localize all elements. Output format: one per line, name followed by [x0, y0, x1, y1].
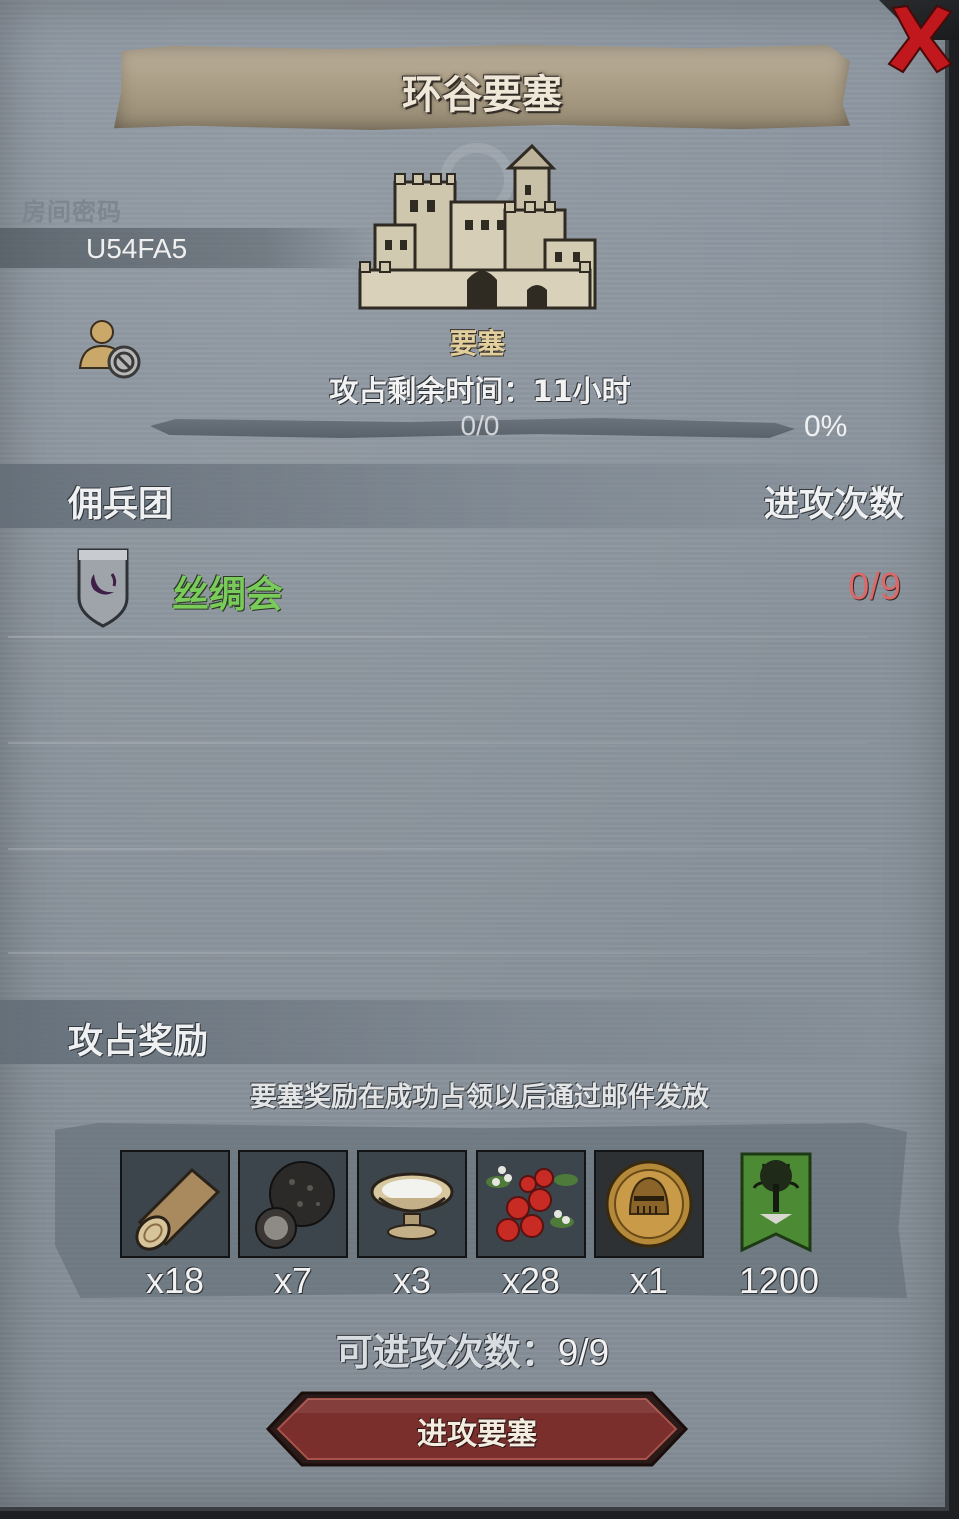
reward-truffle-count: x7	[273, 1260, 313, 1301]
capture-progress-text: 0/0	[460, 410, 500, 441]
attack-fortress-label: 进攻要塞	[417, 1417, 537, 1452]
reward-salt-count: x3	[392, 1260, 432, 1301]
fortress-type-label: 要塞	[449, 327, 506, 360]
row-divider	[8, 636, 868, 638]
no-visitors-icon[interactable]	[76, 316, 146, 382]
row-divider	[8, 742, 868, 744]
reward-berries-count: x28	[501, 1260, 561, 1301]
tree-banner-icon	[740, 1152, 812, 1253]
room-code-value: U54FA5	[86, 233, 188, 264]
reward-section-title: 攻占奖励	[68, 1022, 209, 1062]
reward-wood[interactable]	[120, 1150, 230, 1258]
reward-note: 要塞奖励在成功占领以后通过邮件发放	[250, 1082, 709, 1113]
room-code-label: 房间密码	[22, 198, 122, 226]
wood-log-icon	[122, 1152, 228, 1256]
capture-timer-label: 攻占剩余时间：	[329, 374, 533, 408]
reward-truffle[interactable]	[238, 1150, 348, 1258]
mercenary-section-title: 佣兵团	[68, 485, 174, 525]
truffle-icon	[240, 1152, 346, 1256]
reward-banner-count: 1200	[738, 1260, 820, 1301]
capture-progress-percent: 0%	[804, 410, 848, 443]
attack-fortress-button[interactable]: 进攻要塞	[262, 1389, 692, 1469]
capture-timer: 攻占剩余时间：11小时	[300, 368, 660, 410]
guild-shield-icon	[76, 546, 130, 628]
reward-salt[interactable]	[357, 1150, 467, 1258]
remaining-attempts: 可进攻次数：9/9	[0, 1322, 945, 1376]
fortress-castle-icon	[355, 140, 600, 315]
reward-berries[interactable]	[476, 1150, 586, 1258]
mercenary-name: 丝绸会	[172, 573, 283, 616]
remaining-attempts-label: 可进攻次数：	[335, 1331, 558, 1374]
row-divider	[8, 848, 868, 850]
capture-timer-value: 11小时	[532, 374, 631, 408]
mercenary-attack-count: 0/9	[848, 566, 901, 608]
berries-icon	[478, 1152, 584, 1256]
reward-banner[interactable]	[740, 1150, 812, 1258]
room-code-bar	[0, 228, 380, 268]
close-button[interactable]	[885, 2, 955, 74]
reward-wood-count: x18	[145, 1260, 205, 1301]
page-title: 环谷要塞	[402, 72, 562, 118]
close-icon	[887, 4, 953, 74]
row-divider	[8, 952, 868, 954]
salt-bowl-icon	[359, 1152, 465, 1256]
mercenary-row[interactable]	[0, 530, 945, 634]
remaining-attempts-value: 9/9	[557, 1332, 610, 1373]
knight-helmet-coin-icon	[596, 1152, 702, 1256]
attack-count-column-title: 进攻次数	[763, 485, 904, 525]
reward-helmet-coin[interactable]	[594, 1150, 704, 1258]
reward-helmet-coin-count: x1	[629, 1260, 669, 1301]
